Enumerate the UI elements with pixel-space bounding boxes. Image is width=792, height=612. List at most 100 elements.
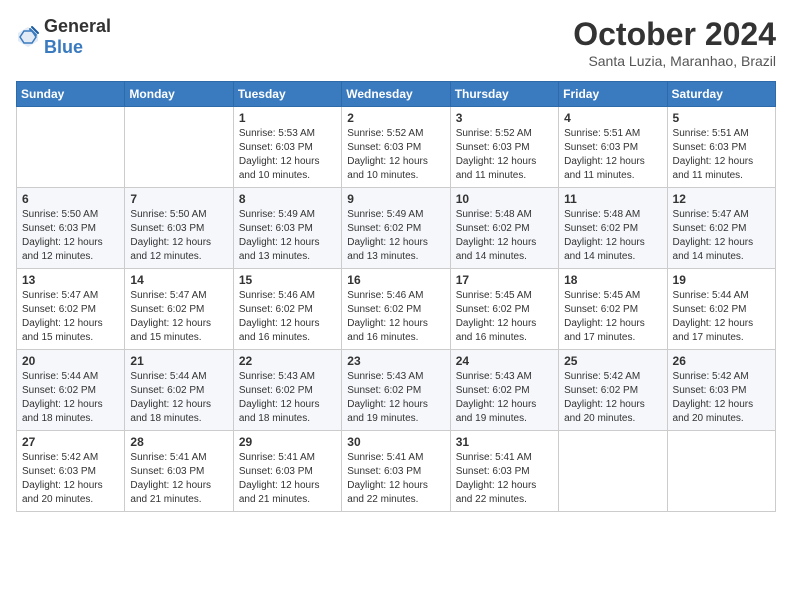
- calendar-cell: 23 Sunrise: 5:43 AM Sunset: 6:02 PM Dayli…: [342, 350, 450, 431]
- day-number: 20: [22, 354, 119, 368]
- calendar-cell: 13 Sunrise: 5:47 AM Sunset: 6:02 PM Dayli…: [17, 269, 125, 350]
- day-info: Sunrise: 5:41 AM Sunset: 6:03 PM Dayligh…: [347, 451, 444, 507]
- logo-general: General: [44, 16, 111, 36]
- day-info: Sunrise: 5:53 AM Sunset: 6:03 PM Dayligh…: [239, 127, 336, 183]
- day-info: Sunrise: 5:43 AM Sunset: 6:02 PM Dayligh…: [347, 370, 444, 426]
- day-info: Sunrise: 5:44 AM Sunset: 6:02 PM Dayligh…: [22, 370, 119, 426]
- calendar-cell: 2 Sunrise: 5:52 AM Sunset: 6:03 PM Daylig…: [342, 107, 450, 188]
- calendar-cell: 19 Sunrise: 5:44 AM Sunset: 6:02 PM Dayli…: [667, 269, 775, 350]
- day-number: 9: [347, 192, 444, 206]
- calendar-cell: 6 Sunrise: 5:50 AM Sunset: 6:03 PM Daylig…: [17, 188, 125, 269]
- day-number: 2: [347, 111, 444, 125]
- calendar-cell: 27 Sunrise: 5:42 AM Sunset: 6:03 PM Dayli…: [17, 431, 125, 512]
- day-number: 3: [456, 111, 553, 125]
- calendar-cell: 20 Sunrise: 5:44 AM Sunset: 6:02 PM Dayli…: [17, 350, 125, 431]
- location-subtitle: Santa Luzia, Maranhao, Brazil: [573, 53, 776, 69]
- page-header: General Blue October 2024 Santa Luzia, M…: [16, 16, 776, 69]
- calendar-cell: 18Sunrise: 5:45 AM Sunset: 6:02 PM Dayli…: [559, 269, 667, 350]
- calendar-cell: 24 Sunrise: 5:43 AM Sunset: 6:02 PM Dayli…: [450, 350, 558, 431]
- calendar-cell: [667, 431, 775, 512]
- day-number: 8: [239, 192, 336, 206]
- calendar-cell: [125, 107, 233, 188]
- day-number: 24: [456, 354, 553, 368]
- calendar-week-row: 13 Sunrise: 5:47 AM Sunset: 6:02 PM Dayli…: [17, 269, 776, 350]
- day-number: 11: [564, 192, 661, 206]
- day-info: Sunrise: 5:49 AM Sunset: 6:03 PM Dayligh…: [239, 208, 336, 264]
- day-number: 13: [22, 273, 119, 287]
- calendar-header-row: SundayMondayTuesdayWednesdayThursdayFrid…: [17, 82, 776, 107]
- logo-blue: Blue: [44, 37, 83, 57]
- calendar-cell: 28Sunrise: 5:41 AM Sunset: 6:03 PM Dayli…: [125, 431, 233, 512]
- calendar-cell: 29Sunrise: 5:41 AM Sunset: 6:03 PM Dayli…: [233, 431, 341, 512]
- day-info: Sunrise: 5:47 AM Sunset: 6:02 PM Dayligh…: [673, 208, 770, 264]
- day-number: 7: [130, 192, 227, 206]
- day-number: 31: [456, 435, 553, 449]
- day-number: 28: [130, 435, 227, 449]
- day-info: Sunrise: 5:47 AM Sunset: 6:02 PM Dayligh…: [130, 289, 227, 345]
- calendar-cell: 22 Sunrise: 5:43 AM Sunset: 6:02 PM Dayli…: [233, 350, 341, 431]
- logo-text: General Blue: [44, 16, 111, 58]
- day-info: Sunrise: 5:51 AM Sunset: 6:03 PM Dayligh…: [673, 127, 770, 183]
- day-info: Sunrise: 5:51 AM Sunset: 6:03 PM Dayligh…: [564, 127, 661, 183]
- logo-icon: [16, 25, 40, 49]
- day-info: Sunrise: 5:42 AM Sunset: 6:03 PM Dayligh…: [673, 370, 770, 426]
- day-number: 19: [673, 273, 770, 287]
- day-number: 26: [673, 354, 770, 368]
- calendar-cell: 1 Sunrise: 5:53 AM Sunset: 6:03 PM Daylig…: [233, 107, 341, 188]
- column-header-wednesday: Wednesday: [342, 82, 450, 107]
- day-info: Sunrise: 5:44 AM Sunset: 6:02 PM Dayligh…: [673, 289, 770, 345]
- calendar-cell: 11 Sunrise: 5:48 AM Sunset: 6:02 PM Dayli…: [559, 188, 667, 269]
- day-number: 15: [239, 273, 336, 287]
- day-number: 21: [130, 354, 227, 368]
- day-info: Sunrise: 5:41 AM Sunset: 6:03 PM Dayligh…: [456, 451, 553, 507]
- month-title: October 2024: [573, 16, 776, 53]
- day-number: 22: [239, 354, 336, 368]
- day-number: 27: [22, 435, 119, 449]
- day-number: 10: [456, 192, 553, 206]
- day-number: 6: [22, 192, 119, 206]
- day-info: Sunrise: 5:48 AM Sunset: 6:02 PM Dayligh…: [564, 208, 661, 264]
- calendar-cell: 21Sunrise: 5:44 AM Sunset: 6:02 PM Dayli…: [125, 350, 233, 431]
- day-info: Sunrise: 5:45 AM Sunset: 6:02 PM Dayligh…: [456, 289, 553, 345]
- calendar-cell: 17 Sunrise: 5:45 AM Sunset: 6:02 PM Dayli…: [450, 269, 558, 350]
- calendar-week-row: 6 Sunrise: 5:50 AM Sunset: 6:03 PM Daylig…: [17, 188, 776, 269]
- calendar-cell: 5 Sunrise: 5:51 AM Sunset: 6:03 PM Daylig…: [667, 107, 775, 188]
- calendar-cell: 31 Sunrise: 5:41 AM Sunset: 6:03 PM Dayli…: [450, 431, 558, 512]
- day-info: Sunrise: 5:50 AM Sunset: 6:03 PM Dayligh…: [22, 208, 119, 264]
- column-header-saturday: Saturday: [667, 82, 775, 107]
- day-number: 12: [673, 192, 770, 206]
- column-header-monday: Monday: [125, 82, 233, 107]
- day-number: 5: [673, 111, 770, 125]
- calendar-week-row: 20 Sunrise: 5:44 AM Sunset: 6:02 PM Dayli…: [17, 350, 776, 431]
- day-info: Sunrise: 5:43 AM Sunset: 6:02 PM Dayligh…: [456, 370, 553, 426]
- day-number: 1: [239, 111, 336, 125]
- calendar-cell: 15Sunrise: 5:46 AM Sunset: 6:02 PM Dayli…: [233, 269, 341, 350]
- calendar-cell: 4 Sunrise: 5:51 AM Sunset: 6:03 PM Daylig…: [559, 107, 667, 188]
- calendar-cell: 26 Sunrise: 5:42 AM Sunset: 6:03 PM Dayli…: [667, 350, 775, 431]
- calendar-cell: 25Sunrise: 5:42 AM Sunset: 6:02 PM Dayli…: [559, 350, 667, 431]
- day-info: Sunrise: 5:42 AM Sunset: 6:03 PM Dayligh…: [22, 451, 119, 507]
- day-info: Sunrise: 5:47 AM Sunset: 6:02 PM Dayligh…: [22, 289, 119, 345]
- column-header-sunday: Sunday: [17, 82, 125, 107]
- calendar-week-row: 1 Sunrise: 5:53 AM Sunset: 6:03 PM Daylig…: [17, 107, 776, 188]
- title-block: October 2024 Santa Luzia, Maranhao, Braz…: [573, 16, 776, 69]
- day-info: Sunrise: 5:46 AM Sunset: 6:02 PM Dayligh…: [347, 289, 444, 345]
- day-info: Sunrise: 5:50 AM Sunset: 6:03 PM Dayligh…: [130, 208, 227, 264]
- column-header-thursday: Thursday: [450, 82, 558, 107]
- column-header-tuesday: Tuesday: [233, 82, 341, 107]
- day-info: Sunrise: 5:52 AM Sunset: 6:03 PM Dayligh…: [347, 127, 444, 183]
- calendar-cell: [559, 431, 667, 512]
- calendar-cell: 8 Sunrise: 5:49 AM Sunset: 6:03 PM Daylig…: [233, 188, 341, 269]
- day-number: 4: [564, 111, 661, 125]
- day-info: Sunrise: 5:42 AM Sunset: 6:02 PM Dayligh…: [564, 370, 661, 426]
- day-info: Sunrise: 5:49 AM Sunset: 6:02 PM Dayligh…: [347, 208, 444, 264]
- calendar-cell: 7 Sunrise: 5:50 AM Sunset: 6:03 PM Daylig…: [125, 188, 233, 269]
- calendar-cell: [17, 107, 125, 188]
- calendar-cell: 14Sunrise: 5:47 AM Sunset: 6:02 PM Dayli…: [125, 269, 233, 350]
- day-info: Sunrise: 5:52 AM Sunset: 6:03 PM Dayligh…: [456, 127, 553, 183]
- day-number: 23: [347, 354, 444, 368]
- day-number: 17: [456, 273, 553, 287]
- calendar-table: SundayMondayTuesdayWednesdayThursdayFrid…: [16, 81, 776, 512]
- day-info: Sunrise: 5:43 AM Sunset: 6:02 PM Dayligh…: [239, 370, 336, 426]
- day-info: Sunrise: 5:45 AM Sunset: 6:02 PM Dayligh…: [564, 289, 661, 345]
